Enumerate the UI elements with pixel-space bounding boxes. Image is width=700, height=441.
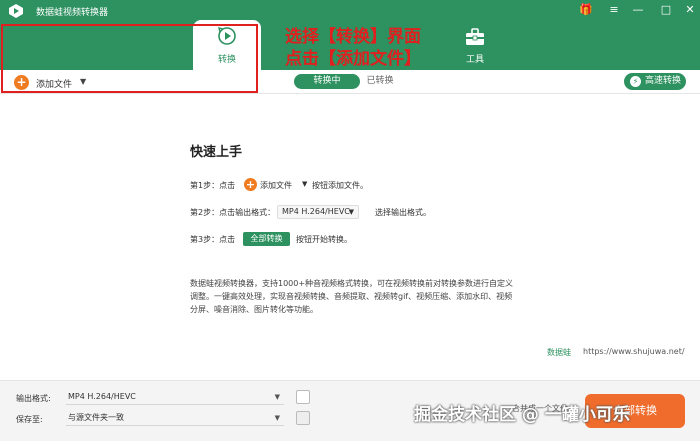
annotation-highlight-box <box>1 24 258 93</box>
chevron-down-icon: ▼ <box>274 414 280 422</box>
app-title: 数据蛙视频转换器 <box>36 8 109 18</box>
inline-convert-all-button[interactable]: 全部转换 <box>243 232 290 246</box>
format-settings-icon[interactable] <box>296 390 310 404</box>
chevron-down-icon: ▼ <box>302 180 308 188</box>
output-format-select[interactable]: MP4 H.264/HEVC ▼ <box>66 389 284 405</box>
menu-icon[interactable]: ≡ <box>604 2 624 18</box>
watermark-logo: 数据蛙 <box>547 348 571 357</box>
inline-add-file-label: 添加文件 <box>260 181 292 190</box>
maximize-button[interactable]: □ <box>656 2 676 18</box>
watermark-url: https://www.shujuwa.net/ <box>583 347 685 356</box>
step-2-suffix: 选择输出格式。 <box>375 208 431 217</box>
annotation-line-2: 点击【添加文件】 <box>285 49 421 69</box>
chevron-down-icon: ▼ <box>274 393 280 401</box>
folder-icon[interactable] <box>296 411 310 425</box>
tab-tools[interactable]: 工具 <box>455 28 495 68</box>
app-logo-icon <box>9 4 23 18</box>
plus-icon: + <box>244 178 257 191</box>
step-1-prefix: 第1步：点击 <box>190 181 236 190</box>
step-3-prefix: 第3步：点击 <box>190 235 236 244</box>
chevron-down-icon: ▼ <box>348 208 354 216</box>
tab-converted[interactable]: 已转换 <box>362 74 398 89</box>
minimize-button[interactable]: — <box>628 2 648 18</box>
lightning-icon: ⚡ <box>630 76 641 87</box>
overlay-watermark: 掘金技术社区 @ 一罐小可乐 <box>414 405 630 425</box>
step-1-suffix: 按钮添加文件。 <box>312 181 368 190</box>
close-button[interactable]: ✕ <box>680 2 700 18</box>
fast-convert-label: 高速转换 <box>645 76 682 86</box>
toolbox-icon <box>466 28 484 45</box>
annotation-line-1: 选择【转换】界面 <box>285 27 421 47</box>
format-chip-label: MP4 H.264/HEVC <box>282 207 350 216</box>
title-bar: 数据蛙视频转换器 🎁 ≡ — □ ✕ <box>0 0 700 22</box>
annotation-text: 选择【转换】界面 点击【添加文件】 <box>285 26 421 70</box>
save-to-value: 与源文件夹一致 <box>68 413 124 422</box>
step-3-suffix: 按钮开始转换。 <box>296 235 352 244</box>
output-format-value: MP4 H.264/HEVC <box>68 392 136 401</box>
gift-icon[interactable]: 🎁 <box>576 2 596 18</box>
save-to-select[interactable]: 与源文件夹一致 ▼ <box>66 410 284 426</box>
app-description: 数据蛙视频转换器，支持1000+种音视频格式转换，可在视频转换前对转换参数进行自… <box>190 279 514 314</box>
tab-tools-label: 工具 <box>465 55 484 65</box>
fast-convert-button[interactable]: ⚡ 高速转换 <box>624 73 686 90</box>
format-chip[interactable]: MP4 H.264/HEVC ▼ <box>277 205 359 219</box>
output-format-label: 输出格式: <box>16 394 51 403</box>
quick-start-title: 快速上手 <box>190 145 243 160</box>
save-to-label: 保存至: <box>16 415 43 424</box>
tab-converting[interactable]: 转换中 <box>294 74 360 89</box>
step-2-prefix: 第2步：点击输出格式： <box>190 208 276 217</box>
